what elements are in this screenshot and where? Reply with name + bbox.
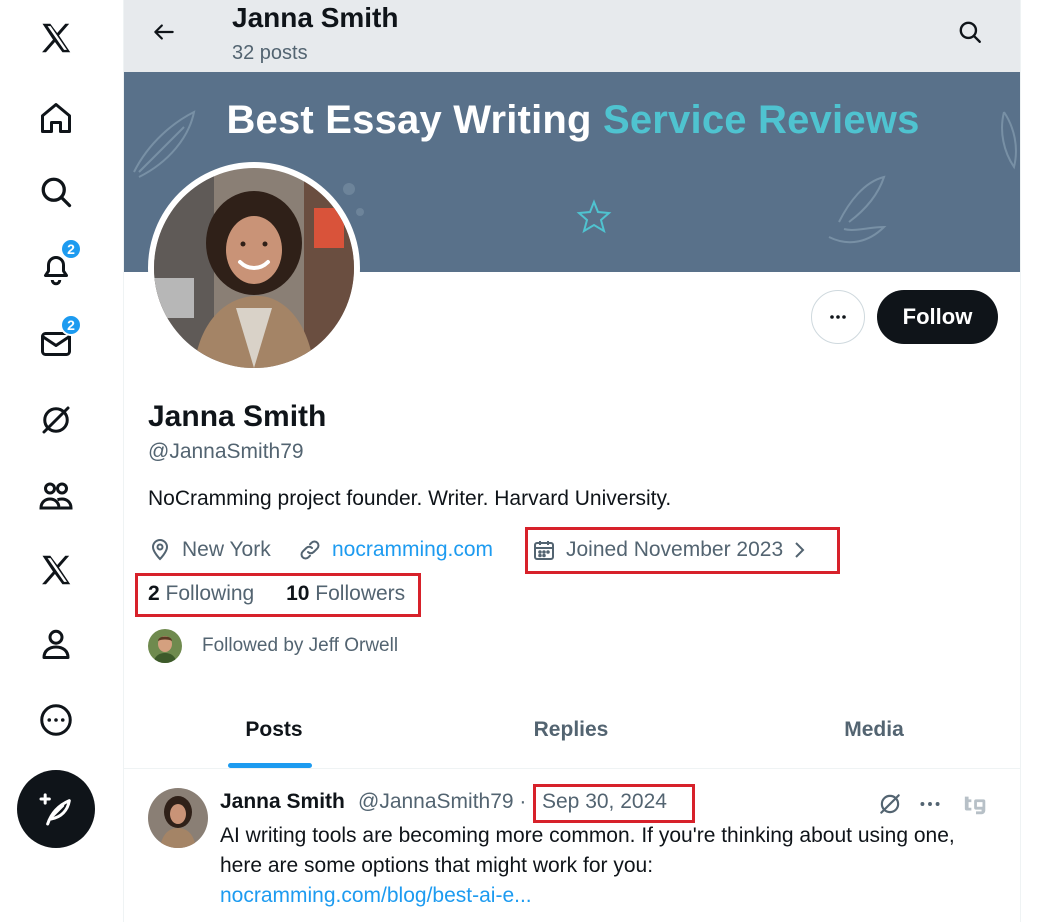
- search-icon[interactable]: [34, 170, 78, 214]
- followed-by[interactable]: Followed by Jeff Orwell: [148, 628, 398, 664]
- website-item[interactable]: nocramming.com: [298, 534, 493, 566]
- highlight-box-date: [533, 784, 695, 823]
- grok-icon[interactable]: [34, 398, 78, 442]
- post-author-handle[interactable]: @JannaSmith79 ·: [358, 790, 526, 814]
- grok-post-icon[interactable]: [874, 788, 906, 820]
- post-avatar[interactable]: [148, 788, 208, 848]
- search-profile-button[interactable]: [950, 12, 990, 52]
- banner-title: Best Essay Writing Service Reviews: [124, 98, 1020, 143]
- more-options-icon[interactable]: [34, 698, 78, 742]
- website-link[interactable]: nocramming.com: [332, 538, 493, 562]
- profile-name: Janna Smith: [148, 400, 327, 433]
- back-button[interactable]: [144, 12, 184, 52]
- follower-avatar: [148, 629, 182, 663]
- notifications-badge: 2: [60, 238, 82, 260]
- post-author-name[interactable]: Janna Smith: [220, 790, 345, 814]
- followed-by-text: Followed by Jeff Orwell: [202, 635, 399, 656]
- profile-avatar[interactable]: [148, 162, 360, 374]
- post-handle-text: @JannaSmith79: [358, 790, 514, 813]
- location-pin-icon: [151, 539, 169, 561]
- profile-header-bar: Janna Smith 32 posts: [124, 0, 1020, 72]
- profile-icon[interactable]: [34, 622, 78, 666]
- arrow-left-icon: [154, 24, 174, 40]
- header-posts-count: 32 posts: [232, 42, 308, 64]
- tab-replies[interactable]: Replies: [421, 692, 721, 768]
- highlight-box-joined: [525, 527, 840, 574]
- post-separator: ·: [519, 790, 527, 813]
- banner-title-accent: Service Reviews: [602, 98, 920, 142]
- post-more-icon[interactable]: [914, 788, 946, 820]
- post-text: AI writing tools are becoming more commo…: [220, 824, 955, 877]
- follow-button[interactable]: Follow: [877, 290, 998, 344]
- profile-column: Janna Smith 32 posts Best Essay Writing …: [123, 0, 1021, 922]
- tab-posts[interactable]: Posts: [124, 692, 424, 768]
- banner-title-main: Best Essay Writing: [226, 98, 603, 142]
- profile-tabs: Posts Replies Media: [124, 692, 1020, 769]
- highlight-box-stats: [135, 573, 421, 617]
- profile-handle: @JannaSmith79: [148, 440, 304, 463]
- profile-more-button[interactable]: [811, 290, 865, 344]
- compose-post-button[interactable]: [17, 770, 95, 848]
- profile-photo: [154, 168, 354, 368]
- messages-icon[interactable]: 2: [34, 314, 82, 366]
- location-text: New York: [182, 538, 271, 561]
- feather-plus-icon: [39, 793, 71, 826]
- notifications-icon[interactable]: 2: [34, 238, 82, 290]
- messages-badge: 2: [60, 314, 82, 336]
- location-item: New York: [148, 534, 271, 566]
- tab-media[interactable]: Media: [724, 692, 1020, 768]
- search-icon: [959, 21, 981, 43]
- extension-logo-icon[interactable]: [960, 788, 992, 820]
- profile-bio: NoCramming project founder. Writer. Harv…: [148, 487, 672, 510]
- left-nav: 2 2: [0, 0, 123, 922]
- header-name: Janna Smith: [232, 2, 399, 33]
- communities-icon[interactable]: [34, 474, 78, 518]
- x-logo-icon[interactable]: [34, 16, 78, 60]
- premium-x-icon[interactable]: [34, 548, 78, 592]
- active-tab-indicator: [228, 763, 312, 768]
- more-horizontal-icon: [830, 315, 846, 319]
- post-link[interactable]: nocramming.com/blog/best-ai-e...: [220, 881, 532, 911]
- link-icon: [300, 540, 320, 560]
- home-icon[interactable]: [34, 96, 78, 140]
